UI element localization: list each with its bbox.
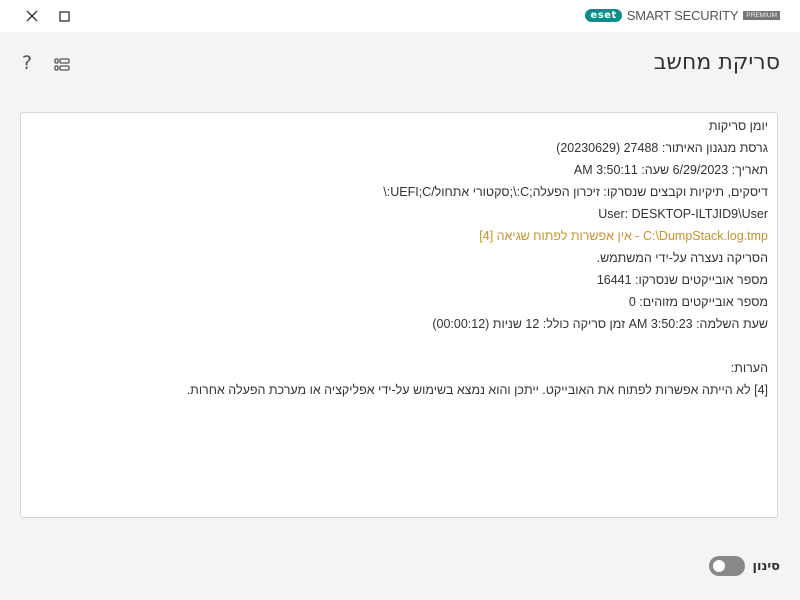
maximize-button[interactable] <box>54 6 74 26</box>
layout-toggle-button[interactable] <box>54 56 70 75</box>
list-layout-icon <box>54 58 70 71</box>
help-button[interactable]: ? <box>22 52 32 74</box>
title-bar: eset SMART SECURITY PREMIUM <box>0 0 800 32</box>
maximize-icon <box>59 11 70 22</box>
eset-logo: eset <box>585 9 621 22</box>
close-button[interactable] <box>22 6 42 26</box>
log-user: User: DESKTOP-ILTJID9\User <box>30 203 768 225</box>
log-scanned-targets: דיסקים, תיקיות וקבצים שנסרקו: זיכרון הפע… <box>30 181 768 203</box>
product-name: SMART SECURITY <box>627 8 739 23</box>
log-completion: שעת השלמה: 3:50:23 AM זמן סריקה כולל: 12… <box>30 313 768 335</box>
log-stopped: הסריקה נעצרה על-ידי המשתמש. <box>30 247 768 269</box>
log-warning: C:\DumpStack.log.tmp - אין אפשרות לפתוח … <box>30 225 768 247</box>
log-title: יומן סריקות <box>30 115 768 137</box>
log-engine-version: גרסת מנגנון האיתור: 27488 (20230629) <box>30 137 768 159</box>
scan-log[interactable]: יומן סריקות גרסת מנגנון האיתור: 27488 (2… <box>20 112 778 518</box>
log-scanned-count: מספר אובייקטים שנסרקו: 16441 <box>30 269 768 291</box>
brand: eset SMART SECURITY PREMIUM <box>585 8 780 23</box>
page-title: סריקת מחשב <box>654 50 780 75</box>
filter-control: סינון <box>709 556 780 576</box>
log-note: [4] לא הייתה אפשרות לפתוח את האובייקט. י… <box>30 379 768 401</box>
filter-toggle[interactable] <box>709 556 745 576</box>
filter-label: סינון <box>753 559 780 574</box>
close-icon <box>26 10 38 22</box>
log-date: תאריך: 6/29/2023 שעה: 3:50:11 AM <box>30 159 768 181</box>
log-notes-heading: הערות: <box>30 357 768 379</box>
log-blank <box>30 335 768 357</box>
toggle-knob <box>713 560 725 572</box>
log-detected-count: מספר אובייקטים מזוהים: 0 <box>30 291 768 313</box>
edition-badge: PREMIUM <box>743 11 780 20</box>
